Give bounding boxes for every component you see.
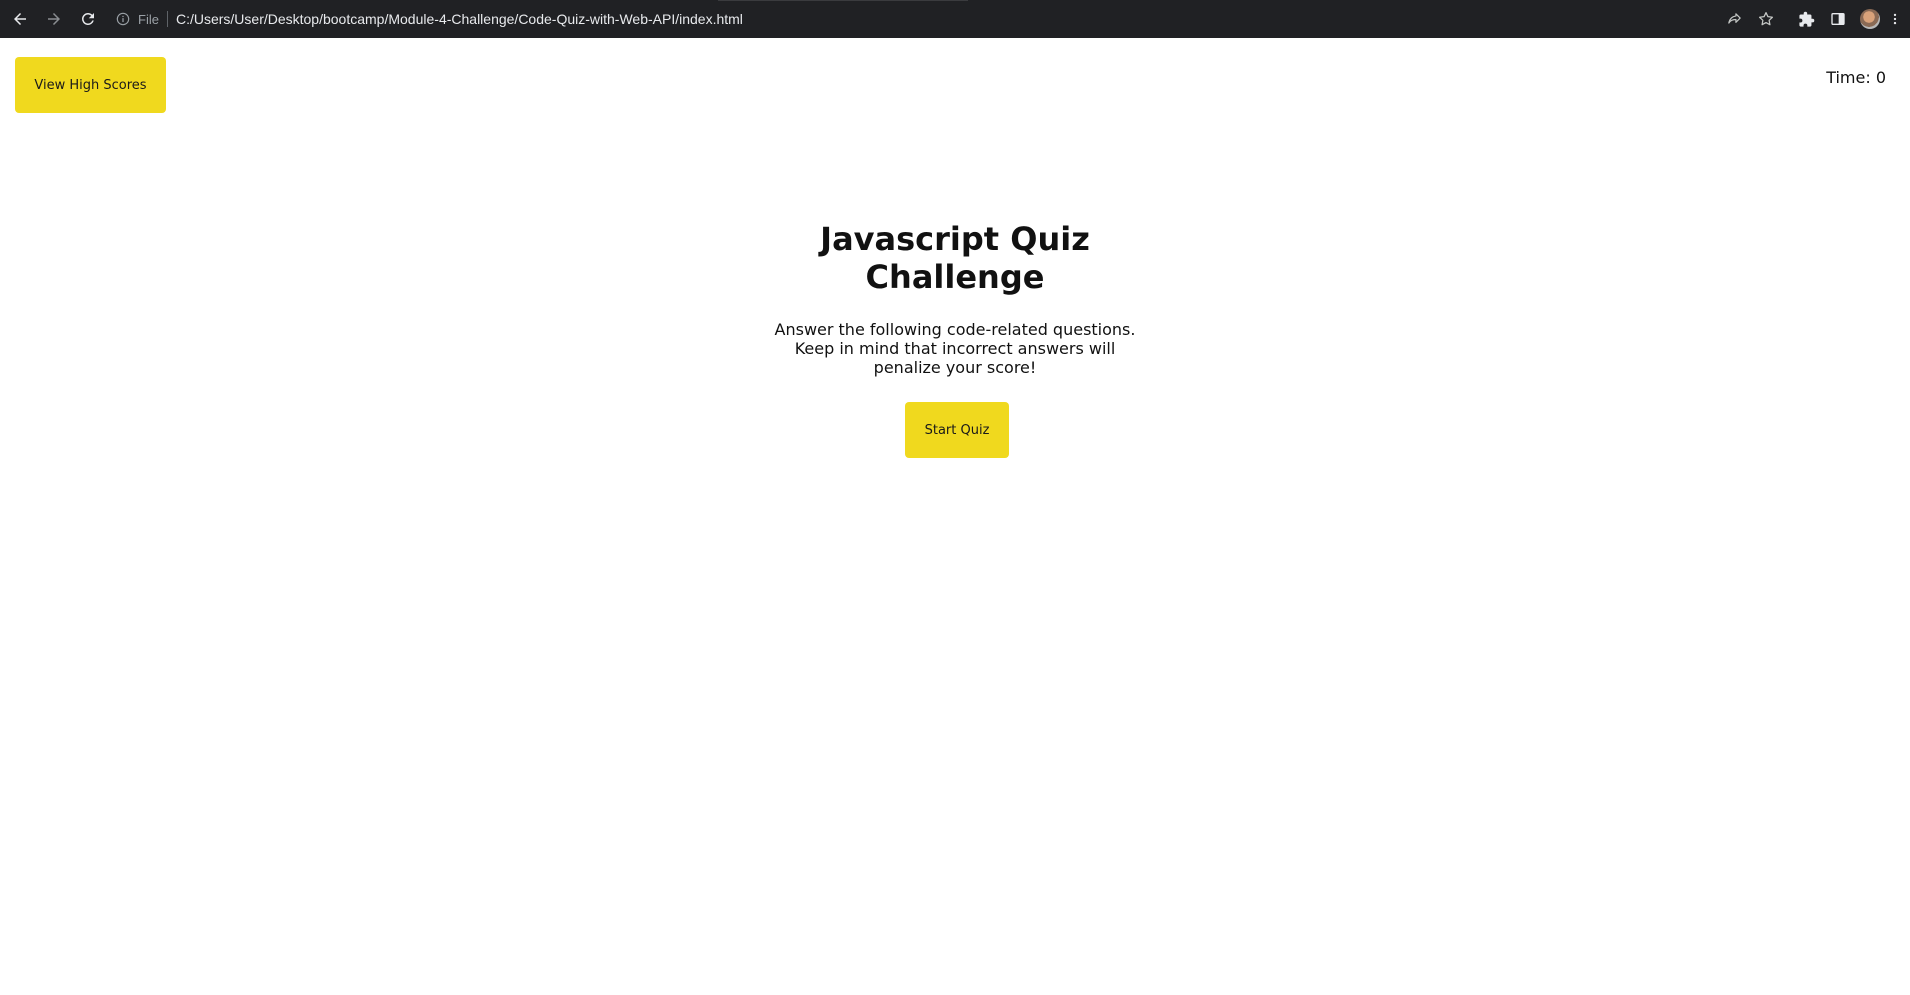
- profile-button[interactable]: [1860, 9, 1880, 29]
- reload-button[interactable]: [77, 8, 99, 30]
- address-separator: [166, 11, 168, 27]
- tab-strip-edge: [718, 0, 968, 1]
- star-icon: [1758, 11, 1774, 26]
- side-panel-icon: [1831, 13, 1845, 25]
- quiz-description: Answer the following code-related questi…: [774, 320, 1136, 377]
- back-arrow-icon: [14, 13, 26, 25]
- side-panel-button[interactable]: [1828, 9, 1848, 29]
- forward-button[interactable]: [43, 8, 65, 30]
- menu-button[interactable]: [1888, 9, 1902, 29]
- extensions-button[interactable]: [1796, 9, 1816, 29]
- address-bar[interactable]: File C:/Users/User/Desktop/bootcamp/Modu…: [106, 5, 1691, 33]
- share-button[interactable]: [1724, 9, 1744, 29]
- info-icon[interactable]: [115, 11, 131, 27]
- reload-icon: [81, 12, 94, 25]
- browser-toolbar: File C:/Users/User/Desktop/bootcamp/Modu…: [0, 0, 1910, 38]
- timer-display: Time: 0: [1826, 68, 1886, 87]
- url-text[interactable]: C:/Users/User/Desktop/bootcamp/Module-4-…: [176, 11, 743, 27]
- file-scheme-label: File: [138, 11, 159, 27]
- quiz-title: Javascript Quiz Challenge: [820, 220, 1090, 296]
- toolbar-actions: [1712, 0, 1902, 38]
- bookmark-button[interactable]: [1756, 9, 1776, 29]
- kebab-menu-icon: [1893, 13, 1897, 25]
- back-button[interactable]: [9, 8, 31, 30]
- extensions-icon: [1798, 11, 1814, 27]
- profile-avatar: [1860, 9, 1880, 29]
- view-high-scores-button[interactable]: View High Scores: [15, 57, 166, 113]
- share-icon: [1727, 12, 1741, 24]
- start-quiz-button[interactable]: Start Quiz: [905, 402, 1009, 458]
- forward-arrow-icon: [48, 13, 60, 25]
